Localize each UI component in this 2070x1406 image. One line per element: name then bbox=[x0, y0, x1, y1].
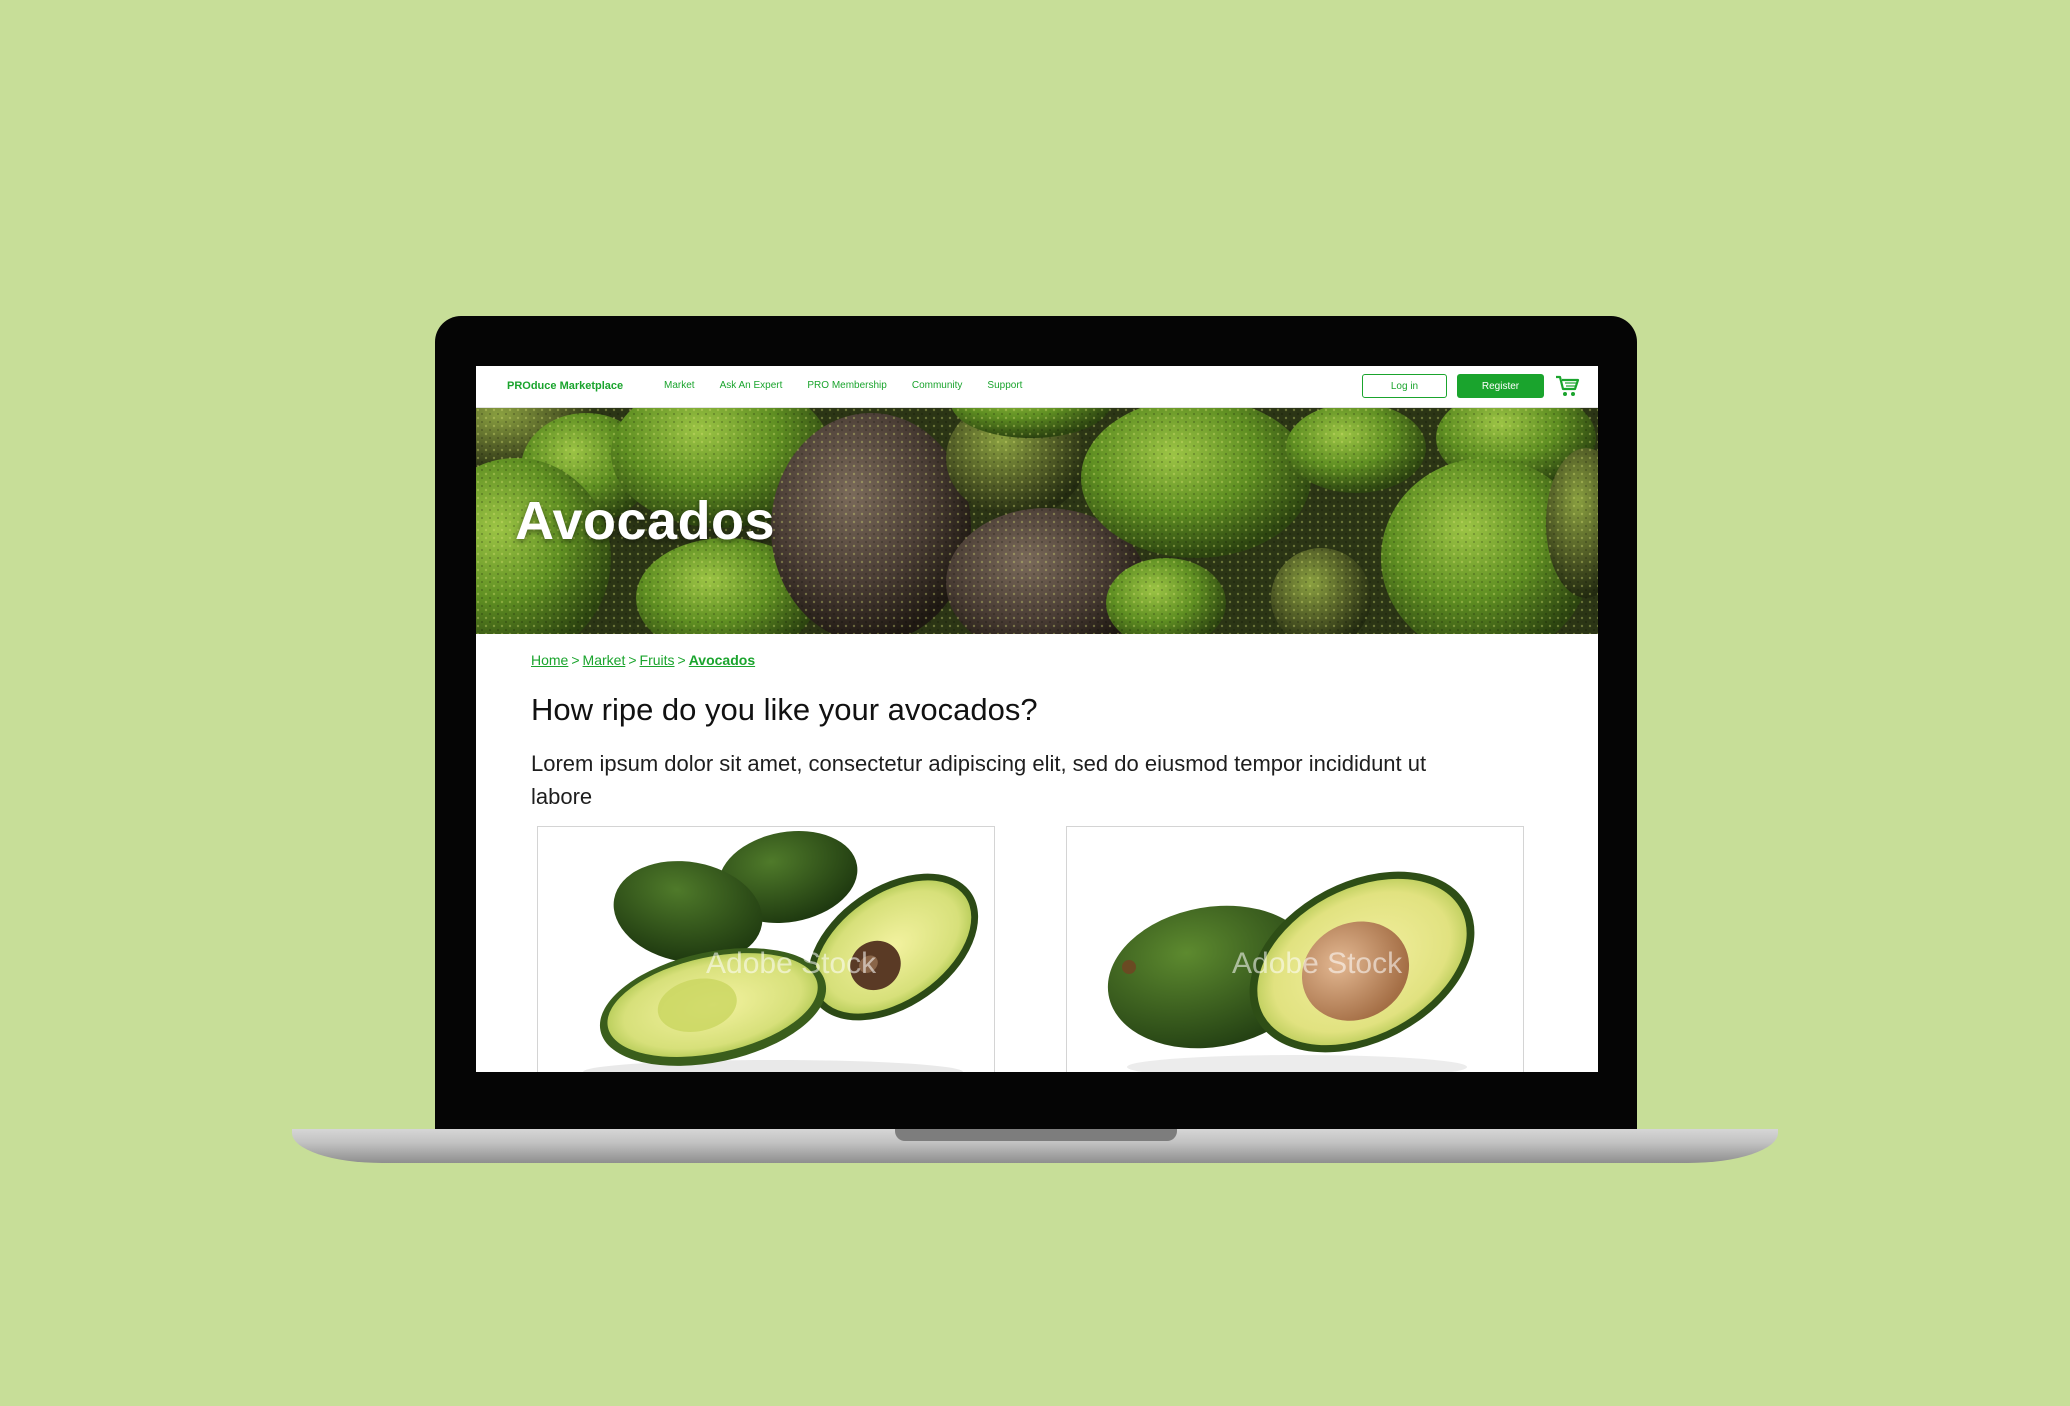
watermark-text: Adobe Stock bbox=[1232, 947, 1403, 980]
top-navigation: PROduce Marketplace Market Ask An Expert… bbox=[476, 366, 1598, 408]
shopping-cart-icon[interactable] bbox=[1554, 374, 1580, 398]
ripeness-option-card[interactable]: Adobe Stock bbox=[537, 826, 995, 1072]
nav-link-pro-membership[interactable]: PRO Membership bbox=[807, 380, 886, 391]
page-question-heading: How ripe do you like your avocados? bbox=[531, 692, 1038, 727]
register-button[interactable]: Register bbox=[1457, 374, 1544, 398]
breadcrumb-market[interactable]: Market bbox=[583, 652, 626, 668]
breadcrumb-fruits[interactable]: Fruits bbox=[640, 652, 675, 668]
nav-link-community[interactable]: Community bbox=[912, 380, 963, 391]
breadcrumb: Home > Market > Fruits > Avocados bbox=[531, 652, 755, 668]
login-button[interactable]: Log in bbox=[1362, 374, 1447, 398]
breadcrumb-current-avocados[interactable]: Avocados bbox=[689, 652, 755, 668]
nav-link-ask-an-expert[interactable]: Ask An Expert bbox=[720, 380, 783, 391]
laptop-screen: PROduce Marketplace Market Ask An Expert… bbox=[476, 366, 1598, 1072]
breadcrumb-separator: > bbox=[628, 652, 637, 668]
nav-links: Market Ask An Expert PRO Membership Comm… bbox=[664, 380, 1022, 391]
breadcrumb-home[interactable]: Home bbox=[531, 652, 568, 668]
nav-link-market[interactable]: Market bbox=[664, 380, 695, 391]
ripeness-option-card[interactable]: Adobe Stock bbox=[1066, 826, 1524, 1072]
brand-logo[interactable]: PROduce Marketplace bbox=[507, 380, 623, 392]
breadcrumb-separator: > bbox=[677, 652, 686, 668]
nav-link-support[interactable]: Support bbox=[987, 380, 1022, 391]
laptop-notch bbox=[895, 1129, 1177, 1141]
breadcrumb-separator: > bbox=[571, 652, 580, 668]
hero-banner: Avocados bbox=[476, 408, 1598, 634]
page-description: Lorem ipsum dolor sit amet, consectetur … bbox=[531, 751, 1427, 809]
hero-title: Avocados bbox=[515, 491, 776, 551]
watermark-text: Adobe Stock bbox=[706, 947, 877, 980]
